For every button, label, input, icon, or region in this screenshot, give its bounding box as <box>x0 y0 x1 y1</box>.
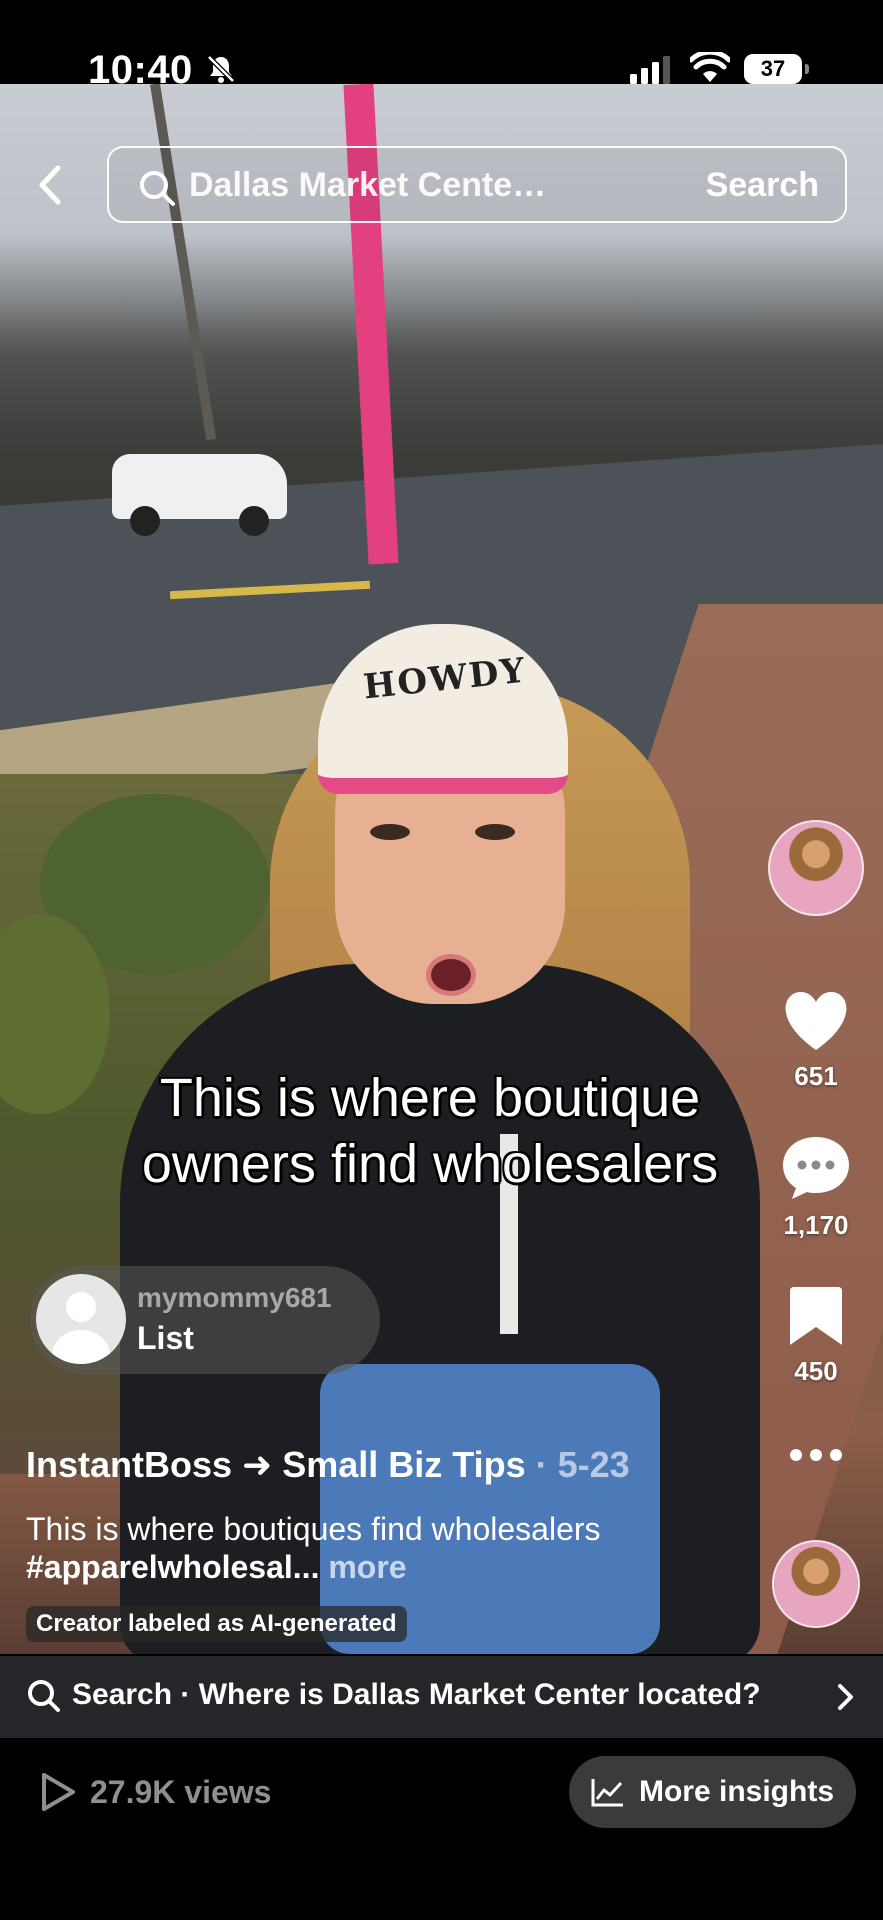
search-input[interactable]: Dallas Market Center set... <box>189 166 559 205</box>
search-suggestion-bar[interactable]: Search · Where is Dallas Market Center l… <box>0 1656 883 1738</box>
like-button[interactable]: 651 <box>761 990 871 1092</box>
more-options-icon[interactable] <box>786 1440 846 1470</box>
creator-avatar[interactable] <box>768 820 864 916</box>
eye <box>475 824 515 840</box>
video-player[interactable]: HOWDY <box>0 84 883 1654</box>
back-button[interactable] <box>30 160 70 210</box>
sound-avatar[interactable] <box>772 1540 860 1628</box>
cellular-signal-icon <box>630 56 670 84</box>
collaborator-username: mymommy681 <box>137 1282 332 1313</box>
heart-icon <box>785 992 847 1050</box>
white-car <box>112 454 287 536</box>
like-count: 651 <box>794 1061 838 1091</box>
views-indicator: 27.9K views <box>40 1772 271 1812</box>
bottom-bar: 27.9K views More insights <box>0 1738 883 1920</box>
save-button[interactable]: 450 <box>761 1285 871 1387</box>
play-icon <box>42 1773 75 1811</box>
search-suggestion-text: Search · Where is Dallas Market Center l… <box>72 1678 761 1711</box>
search-button[interactable]: Search <box>706 166 819 205</box>
battery-indicator: 37 <box>744 54 809 84</box>
comment-count: 1,170 <box>783 1210 849 1240</box>
collaborator-pill[interactable]: mymommy681 List <box>30 1266 380 1374</box>
author-line[interactable]: InstantBoss ➜ Small Biz Tips · 5-23 <box>26 1444 630 1486</box>
analytics-chart-icon <box>591 1779 623 1807</box>
hashtag-link[interactable]: #apparelwholesal... <box>26 1549 319 1585</box>
post-date: · 5-23 <box>525 1444 630 1485</box>
collaborator-label: List <box>137 1320 194 1356</box>
more-insights-button[interactable]: More insights <box>569 1756 856 1828</box>
bookmark-icon <box>790 1287 842 1345</box>
bell-muted-icon <box>207 55 235 83</box>
views-count: 27.9K views <box>90 1773 272 1810</box>
wifi-icon <box>690 52 730 82</box>
author-name[interactable]: InstantBoss ➜ Small Biz Tips <box>26 1444 526 1485</box>
caption-text: This is where boutiques find wholesalers <box>26 1511 601 1547</box>
post-caption[interactable]: This is where boutiques find wholesalers… <box>26 1510 746 1586</box>
more-insights-label: More insights <box>638 1775 834 1808</box>
mouth <box>426 954 476 996</box>
comment-icon <box>783 1137 849 1199</box>
video-text-overlay: This is where boutique owners find whole… <box>141 1068 719 1194</box>
eye <box>370 824 410 840</box>
ai-generated-label[interactable]: Creator labeled as AI-generated <box>26 1606 407 1642</box>
search-icon <box>28 1680 60 1712</box>
caption-more-link[interactable]: more <box>319 1549 406 1585</box>
search-box[interactable]: Dallas Market Center set... Search <box>107 146 847 223</box>
default-avatar-icon <box>36 1274 126 1364</box>
save-count: 450 <box>794 1356 838 1386</box>
search-icon <box>140 171 175 206</box>
status-bar: 10:40 37 <box>0 0 883 92</box>
chevron-right-icon <box>838 1684 853 1710</box>
comment-button[interactable]: 1,170 <box>761 1135 871 1241</box>
